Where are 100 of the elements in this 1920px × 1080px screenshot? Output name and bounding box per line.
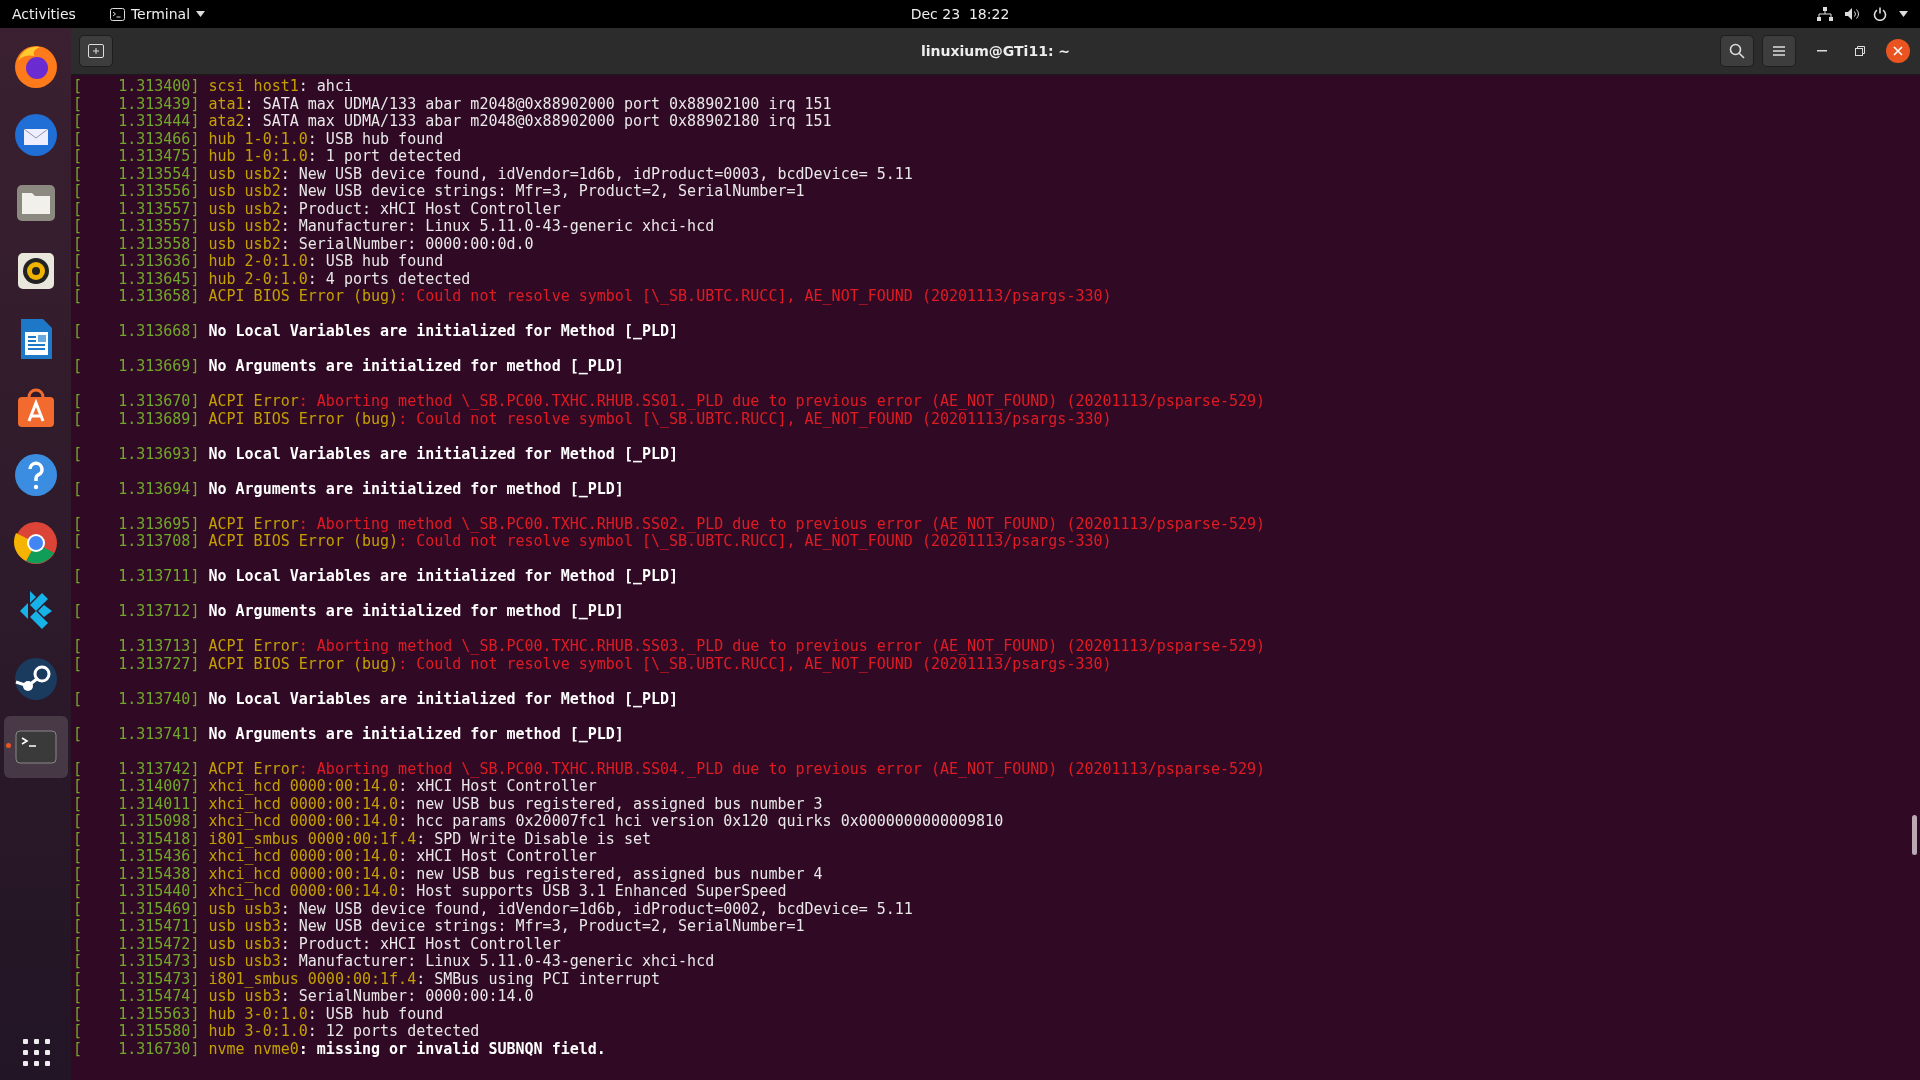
activities-button[interactable]: Activities	[12, 6, 76, 22]
caret-icon[interactable]	[1899, 11, 1908, 17]
log-message: : New USB device strings: Mfr=3, Product=2, SerialNumber=1	[280, 917, 805, 935]
log-message: : xHCI Host Controller	[398, 847, 597, 865]
log-timestamp: [ 1.313669]	[73, 357, 200, 375]
log-message: No Local Variables are initialized for Method [_PLD]	[208, 567, 679, 585]
log-source: hub 3-0:1.0	[208, 1004, 308, 1023]
log-message: : xHCI Host Controller	[398, 777, 597, 795]
log-timestamp: [ 1.313475]	[73, 147, 200, 165]
log-timestamp: [ 1.313556]	[73, 182, 200, 200]
log-message: : SerialNumber: 0000:00:0d.0	[280, 234, 534, 253]
log-message: : USB hub found	[307, 252, 444, 270]
log-timestamp: [ 1.313742]	[73, 759, 200, 778]
log-timestamp: [ 1.313693]	[73, 444, 200, 463]
log-message: : missing or invalid SUBNQN field.	[298, 1039, 606, 1058]
log-message: No Arguments are initialized for method [_PLD]	[208, 479, 624, 498]
log-message: : Host supports USB 3.1 Enhanced SuperSpeed	[398, 882, 787, 900]
log-source: usb usb3	[208, 917, 281, 935]
log-source: usb usb2	[208, 199, 281, 218]
log-timestamp: [ 1.313557]	[73, 217, 200, 235]
log-message: : Product: xHCI Host Controller	[280, 199, 561, 218]
log-message: : Could not resolve symbol [\_SB.UBTC.RUCC], AE_NOT_FOUND (20201113/psargs-330)	[398, 532, 1112, 550]
log-source: xhci_hcd 0000:00:14.0	[208, 777, 399, 795]
log-timestamp: [ 1.315098]	[73, 812, 200, 830]
log-message: : New USB device found, idVendor=1d6b, idProduct=0003, bcdDevice= 5.11	[280, 164, 913, 183]
log-source: hub 3-0:1.0	[208, 1022, 308, 1040]
log-source: usb usb3	[208, 899, 281, 918]
log-source: hub 1-0:1.0	[208, 129, 308, 148]
log-message: : New USB device found, idVendor=1d6b, idProduct=0002, bcdDevice= 5.11	[280, 899, 913, 918]
log-message: : SATA max UDMA/133 abar m2048@0x88902000 port 0x88902100 irq 151	[244, 94, 832, 113]
scrollbar-thumb[interactable]	[1912, 815, 1917, 855]
log-timestamp: [ 1.315440]	[73, 882, 200, 900]
clock[interactable]: Dec 23 18:22	[910, 6, 1010, 22]
log-source: ata2	[208, 112, 245, 130]
log-source: xhci_hcd 0000:00:14.0	[208, 882, 399, 900]
log-timestamp: [ 1.313557]	[73, 199, 200, 218]
log-message: No Local Variables are initialized for Method [_PLD]	[208, 444, 679, 463]
log-timestamp: [ 1.313400]	[73, 77, 200, 95]
network-icon[interactable]	[1817, 7, 1833, 21]
log-source: usb usb2	[208, 217, 281, 235]
log-timestamp: [ 1.315580]	[73, 1022, 200, 1040]
log-source: usb usb3	[208, 952, 281, 970]
log-timestamp: [ 1.315474]	[73, 987, 200, 1005]
volume-icon[interactable]	[1845, 7, 1861, 21]
log-source: xhci_hcd 0000:00:14.0	[208, 794, 399, 813]
minimize-icon[interactable]	[1817, 50, 1827, 52]
menu-icon[interactable]	[1772, 45, 1786, 57]
log-source: nvme nvme0	[208, 1039, 299, 1058]
log-source: xhci_hcd 0000:00:14.0	[208, 812, 399, 830]
search-button[interactable]	[1720, 35, 1754, 67]
log-timestamp: [ 1.314011]	[73, 794, 200, 813]
log-message: : New USB device strings: Mfr=3, Product=2, SerialNumber=1	[280, 182, 805, 200]
new-tab-button[interactable]	[79, 35, 113, 67]
log-source: ACPI BIOS Error (bug)	[208, 654, 399, 673]
log-message: : Could not resolve symbol [\_SB.UBTC.RUCC], AE_NOT_FOUND (20201113/psargs-330)	[398, 287, 1112, 305]
log-message: : Manufacturer: Linux 5.11.0-43-generic xhci-hcd	[280, 217, 715, 235]
log-timestamp: [ 1.313670]	[73, 392, 200, 410]
log-message: : ahci	[298, 77, 353, 95]
log-message: No Arguments are initialized for method [_PLD]	[208, 357, 624, 375]
log-source: hub 1-0:1.0	[208, 147, 308, 165]
plus-icon[interactable]	[88, 44, 104, 58]
restore-icon[interactable]	[1855, 46, 1865, 56]
log-timestamp: [ 1.315473]	[73, 952, 200, 970]
log-timestamp: [ 1.315469]	[73, 899, 200, 918]
log-message: : Manufacturer: Linux 5.11.0-43-generic xhci-hcd	[280, 952, 715, 970]
terminal-icon	[109, 7, 125, 21]
menu-button[interactable]	[1762, 35, 1796, 67]
log-message: : Could not resolve symbol [\_SB.UBTC.RUCC], AE_NOT_FOUND (20201113/psargs-330)	[398, 654, 1112, 673]
log-source: ata1	[208, 94, 245, 113]
circle-logo-icon	[11, 519, 60, 567]
log-message: : Aborting method \_SB.PC00.TXHC.RHUB.SS04._PLD due to previous error (AE_NOT_FOUND) (20201113/psparse-529)	[298, 759, 1266, 778]
running-indicator	[5, 743, 11, 748]
log-message: : Aborting method \_SB.PC00.TXHC.RHUB.SS02._PLD due to previous error (AE_NOT_FOUND) (20201113/psparse-529)	[298, 514, 1266, 533]
log-source: ACPI BIOS Error (bug)	[208, 409, 399, 428]
log-source: xhci_hcd 0000:00:14.0	[208, 864, 399, 883]
log-timestamp: [ 1.315472]	[73, 934, 200, 953]
log-timestamp: [ 1.315436]	[73, 847, 200, 865]
log-message: : Could not resolve symbol [\_SB.UBTC.RUCC], AE_NOT_FOUND (20201113/psargs-330)	[398, 409, 1112, 428]
log-timestamp: [ 1.313713]	[73, 637, 200, 655]
log-message: No Arguments are initialized for method [_PLD]	[208, 724, 624, 743]
log-timestamp: [ 1.313695]	[73, 514, 200, 533]
log-source: usb usb2	[208, 234, 281, 253]
log-timestamp: [ 1.313741]	[73, 724, 200, 743]
log-source: scsi host1	[208, 77, 299, 95]
log-source: ACPI Error	[208, 637, 299, 655]
log-source: usb usb3	[208, 987, 281, 1005]
log-timestamp: [ 1.316730]	[73, 1039, 200, 1058]
log-timestamp: [ 1.315418]	[73, 829, 200, 848]
search-icon[interactable]	[1729, 43, 1745, 59]
log-message: : new USB bus registered, assigned bus number 3	[398, 794, 823, 813]
log-message: No Local Variables are initialized for Method [_PLD]	[208, 322, 679, 340]
power-icon[interactable]	[1873, 7, 1887, 21]
close-button[interactable]	[1886, 39, 1910, 63]
app-menu[interactable]: Terminal	[130, 6, 191, 22]
log-source: usb usb3	[208, 934, 281, 953]
caret-icon[interactable]	[196, 11, 206, 17]
log-message: : 1 port detected	[307, 147, 462, 165]
close-icon[interactable]	[1893, 46, 1903, 56]
log-source: ACPI Error	[208, 514, 299, 533]
window-title: linuxium@GTi11: ~	[920, 43, 1071, 59]
